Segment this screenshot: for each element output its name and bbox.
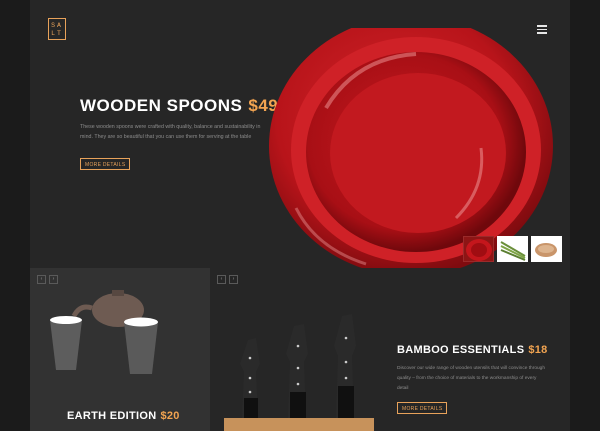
logo[interactable]: SA LT xyxy=(48,18,66,40)
earth-edition-title-text: EARTH EDITION xyxy=(67,410,157,422)
bamboo-essentials-title: BAMBOO ESSENTIALS $18 xyxy=(397,344,548,356)
wooden-spoon-icon xyxy=(535,243,557,257)
red-plates-image xyxy=(269,28,553,268)
thumbnail-red-bowls[interactable] xyxy=(463,236,494,262)
hero-title-text: WOODEN SPOONS xyxy=(80,96,243,115)
left-edge xyxy=(0,0,30,431)
red-bowls-icon xyxy=(466,239,492,261)
earth-edition-panel: ‹ › EARTH EDITION $20 xyxy=(30,268,210,431)
thumbnail-asparagus[interactable] xyxy=(497,236,528,262)
thumbnail-wooden-spoons[interactable] xyxy=(531,236,562,262)
bamboo-essentials-description: Discover our wide range of wooden utensi… xyxy=(397,366,545,391)
knives-image xyxy=(224,314,374,431)
logo-text: SA LT xyxy=(51,22,63,37)
hero-more-details-button[interactable]: MORE DETAILS xyxy=(80,158,131,170)
earth-edition-price: $20 xyxy=(160,410,180,422)
bamboo-more-details-button[interactable]: MORE DETAILS xyxy=(397,402,448,414)
bamboo-essentials-panel: ‹ › BAMBOO ESSENTIALS $18 Discover our wi… xyxy=(210,268,570,431)
earth-edition-title: EARTH EDITION $20 xyxy=(67,410,180,422)
right-edge xyxy=(570,0,600,431)
teapot-cups-image xyxy=(50,290,158,374)
bamboo-essentials-title-text: BAMBOO ESSENTIALS xyxy=(397,344,525,356)
hero-section: SA LT WOODEN SPOONS $49 These wooden spoo… xyxy=(30,0,570,268)
bamboo-essentials-price: $18 xyxy=(528,344,548,356)
asparagus-icon xyxy=(500,241,526,261)
hero-description: These wooden spoons were crafted with qu… xyxy=(80,124,261,140)
hero-title: WOODEN SPOONS $49 xyxy=(80,96,278,116)
